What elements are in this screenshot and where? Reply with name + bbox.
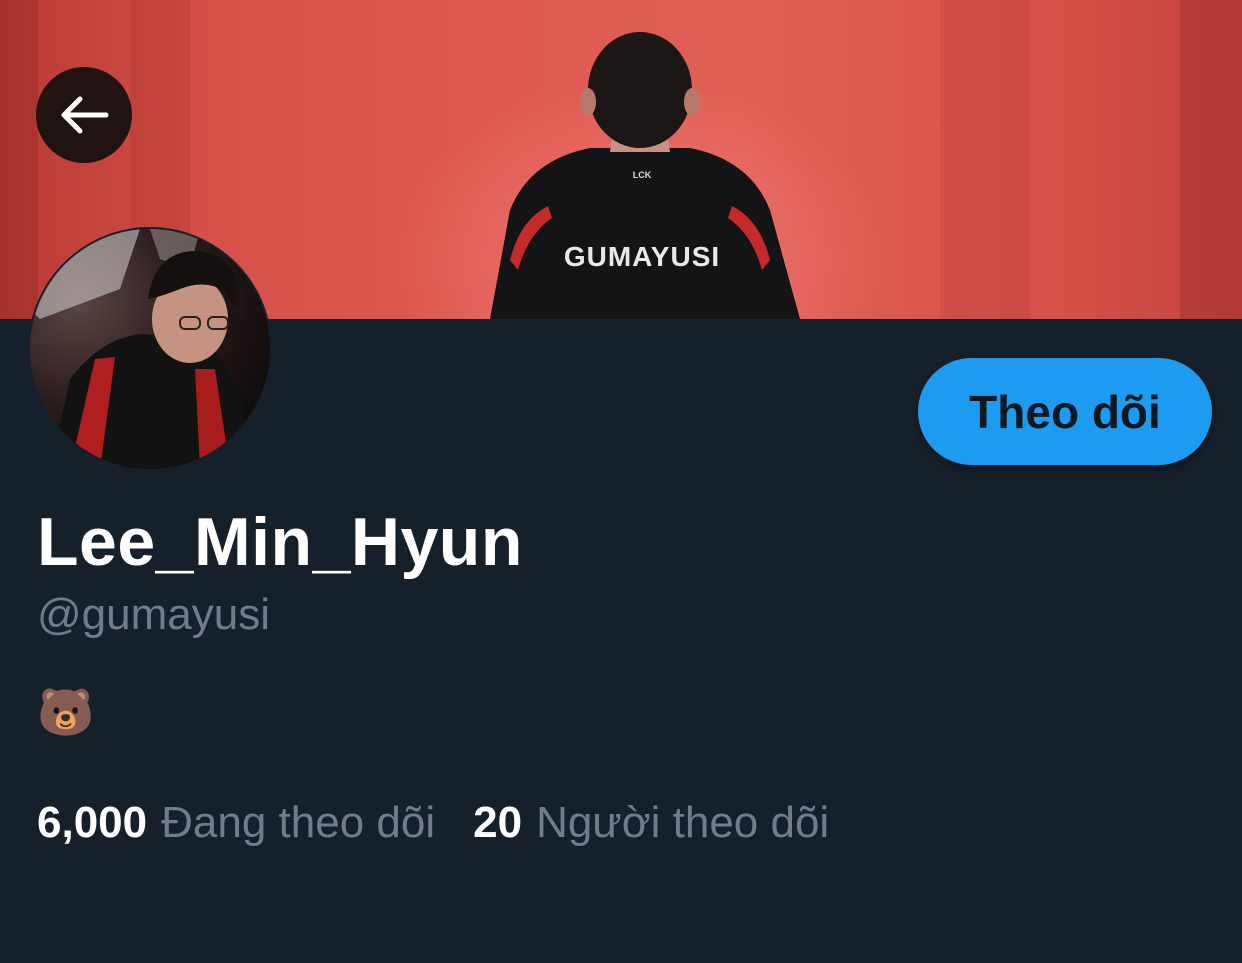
- following-label: Đang theo dõi: [161, 798, 436, 847]
- bio-text: 🐻: [37, 686, 95, 738]
- avatar[interactable]: [28, 227, 272, 471]
- avatar-image: [30, 229, 270, 469]
- arrow-left-icon: [61, 96, 109, 134]
- banner-collar-text: LCK: [633, 170, 652, 180]
- banner-pillar: [940, 0, 1030, 319]
- username-handle: @gumayusi: [37, 590, 270, 639]
- banner-pillar: [1180, 0, 1242, 319]
- banner-player-figure: LCK GUMAYUSI: [490, 32, 800, 319]
- followers-count: 20: [473, 798, 523, 847]
- profile-stats: 6,000 Đang theo dõi 20 Người theo dõi: [37, 798, 829, 848]
- banner-pillar: [0, 0, 38, 319]
- follow-button-label: Theo dõi: [969, 385, 1161, 438]
- followers-label: Người theo dõi: [536, 798, 830, 847]
- followers-link[interactable]: 20 Người theo dõi: [473, 798, 829, 848]
- follow-button[interactable]: Theo dõi: [918, 358, 1212, 465]
- following-link[interactable]: 6,000 Đang theo dõi: [37, 798, 435, 848]
- following-count: 6,000: [37, 798, 148, 847]
- banner-jersey-text: GUMAYUSI: [564, 241, 720, 272]
- back-button[interactable]: [36, 67, 132, 163]
- display-name: Lee_Min_Hyun: [37, 504, 523, 580]
